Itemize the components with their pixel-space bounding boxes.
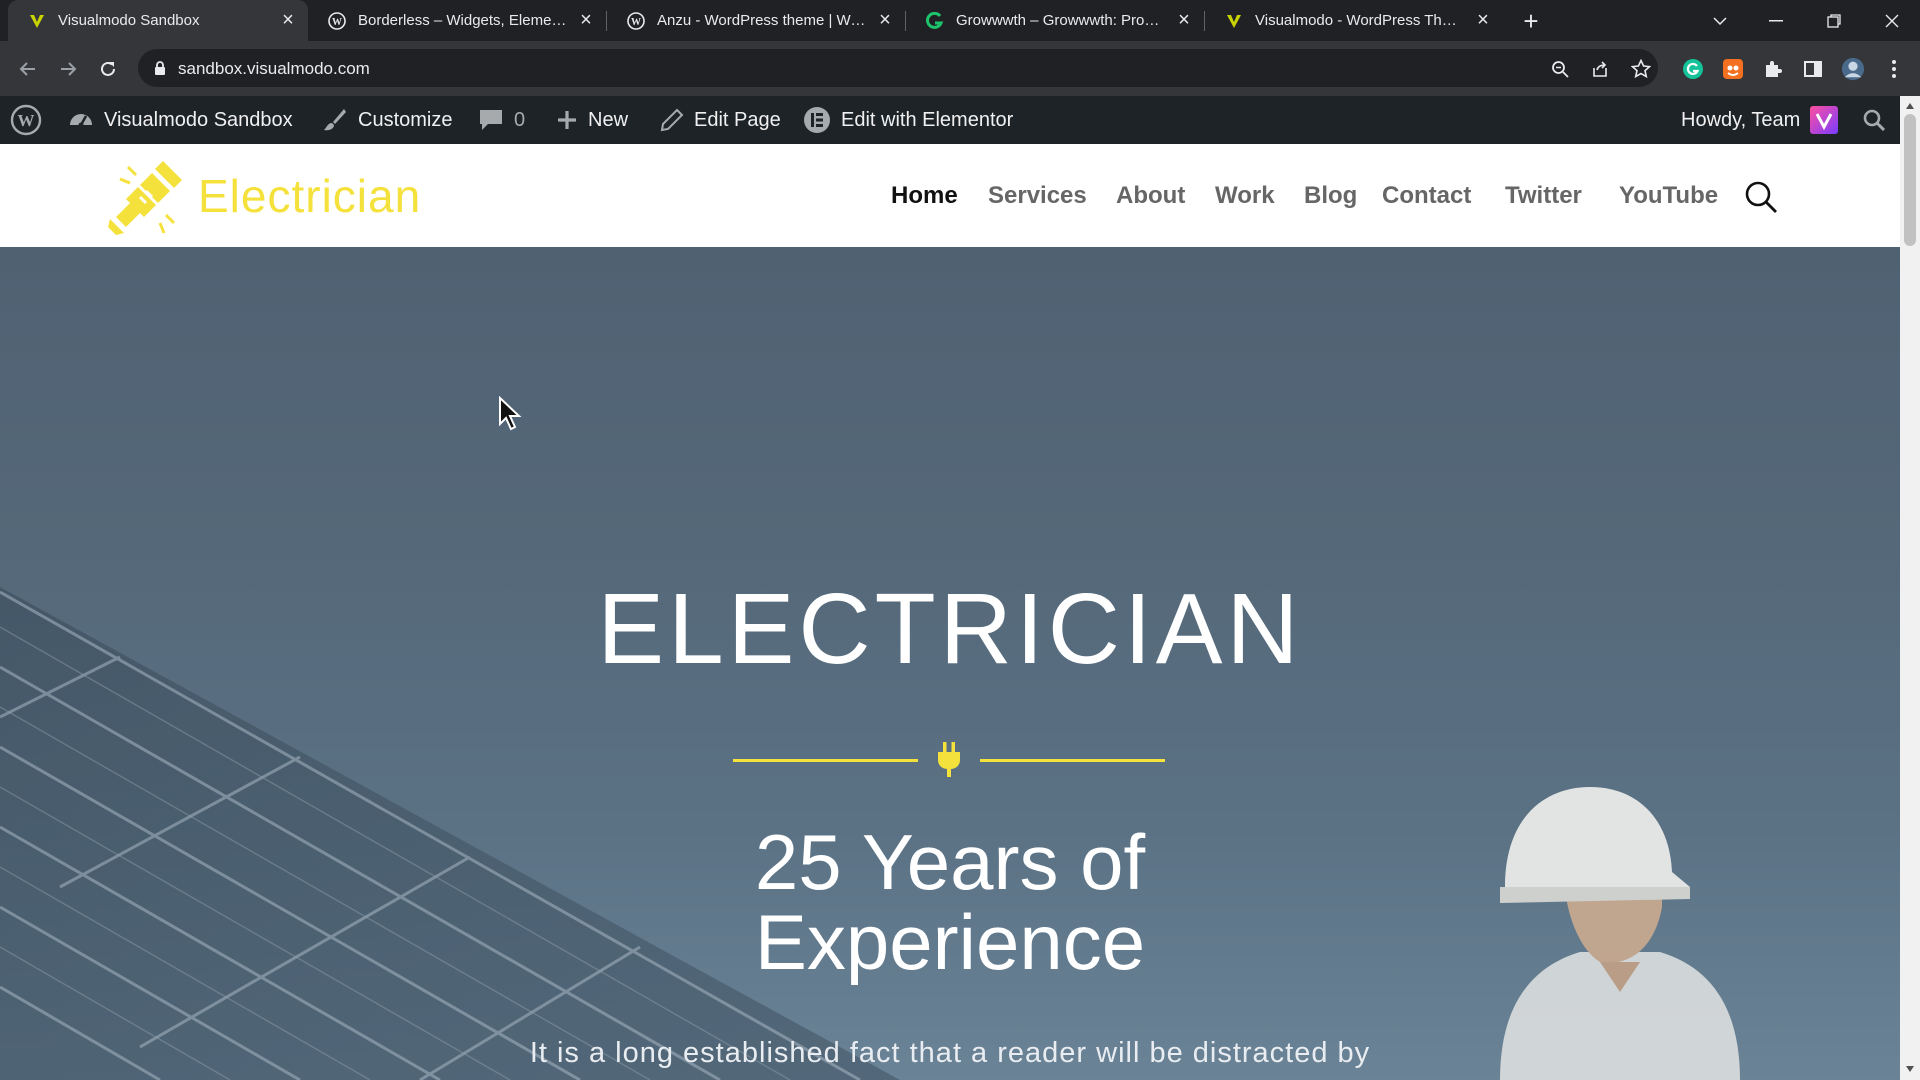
zoom-icon[interactable] (1549, 58, 1571, 80)
divider-line-left (733, 759, 918, 762)
customize-link[interactable]: Customize (322, 96, 452, 144)
svg-text:W: W (631, 17, 641, 28)
divider-line-right (980, 759, 1165, 762)
browser-menu-icon[interactable] (1882, 57, 1906, 81)
nav-youtube[interactable]: YouTube (1619, 182, 1718, 210)
page-scrollbar[interactable] (1900, 96, 1920, 1080)
howdy-label: Howdy, Team (1681, 108, 1801, 131)
browser-tab[interactable]: Visualmodo - WordPress Themes × (1205, 0, 1503, 41)
forward-arrow-icon[interactable] (52, 53, 84, 85)
mouse-cursor-icon (499, 396, 522, 431)
browser-tab-strip: Visualmodo Sandbox × W Borderless – Widg… (0, 0, 1920, 41)
close-tab-icon[interactable]: × (1174, 9, 1194, 31)
website-viewport: Electrician Home Services About Work Blo… (0, 144, 1900, 1080)
customize-label: Customize (358, 108, 453, 131)
edit-page-label: Edit Page (694, 108, 781, 131)
tab-search-icon[interactable] (1692, 0, 1748, 41)
nav-services[interactable]: Services (988, 182, 1087, 210)
nav-home[interactable]: Home (891, 182, 958, 210)
wordpress-logo-menu[interactable]: W (10, 96, 52, 144)
nav-blog[interactable]: Blog (1304, 182, 1357, 210)
nav-twitter[interactable]: Twitter (1505, 182, 1582, 210)
nav-contact[interactable]: Contact (1382, 182, 1471, 210)
admin-search-icon[interactable] (1862, 96, 1896, 144)
tab-title: Borderless – Widgets, Elements, T (358, 12, 568, 29)
browser-tab[interactable]: Visualmodo Sandbox × (8, 0, 308, 41)
comments-count: 0 (514, 108, 526, 131)
site-logo[interactable]: Electrician (108, 158, 422, 235)
comments-link[interactable]: 0 (478, 96, 525, 144)
site-search-icon[interactable] (1744, 180, 1778, 214)
hero-title: ELECTRICIAN (597, 573, 1303, 685)
hero-divider (733, 740, 1165, 780)
edit-with-elementor-link[interactable]: Edit with Elementor (803, 96, 1013, 144)
hero-section: ELECTRICIAN 25 Years of Experience It is… (0, 247, 1900, 1080)
tab-title: Visualmodo - WordPress Themes (1255, 12, 1465, 29)
extensions-puzzle-icon[interactable] (1761, 57, 1785, 81)
logo-text: Electrician (198, 170, 422, 222)
browser-tab[interactable]: W Anzu - WordPress theme | WordP × (607, 0, 905, 41)
growwwth-icon (926, 11, 944, 30)
close-tab-icon[interactable]: × (576, 9, 596, 31)
wordpress-icon: W (10, 104, 42, 136)
browser-tab[interactable]: W Borderless – Widgets, Elements, T × (308, 0, 606, 41)
elementor-icon (804, 107, 830, 133)
visualmodo-v-icon (1225, 12, 1243, 30)
url-text[interactable]: sandbox.visualmodo.com (178, 59, 370, 79)
svg-text:W: W (18, 111, 35, 130)
my-account-menu[interactable]: Howdy, Team (1681, 96, 1839, 144)
side-panel-icon[interactable] (1801, 57, 1825, 81)
browser-toolbar: sandbox.visualmodo.com (0, 41, 1920, 96)
browser-tab[interactable]: Growwwth – Growwwth: Program × (906, 0, 1204, 41)
share-icon[interactable] (1589, 58, 1611, 80)
hero-subtitle-line-2: Experience (754, 898, 1146, 986)
new-label: New (588, 108, 629, 131)
tab-title: Anzu - WordPress theme | WordP (657, 12, 867, 29)
hero-subtitle-line-1: 25 Years of (754, 818, 1146, 906)
bookmark-star-icon[interactable] (1630, 58, 1652, 80)
user-avatar (1810, 106, 1839, 134)
close-tab-icon[interactable]: × (875, 9, 895, 31)
close-tab-icon[interactable]: × (1473, 9, 1493, 31)
paintbrush-icon (324, 109, 346, 131)
new-content-menu[interactable]: New (556, 96, 628, 144)
hero-subtitle: 25 Years of Experience (0, 822, 1900, 982)
extension-orange-icon[interactable] (1721, 57, 1745, 81)
wp-admin-bar: W Visualmodo Sandbox Customize 0 New Edi… (0, 96, 1920, 144)
nav-about[interactable]: About (1116, 182, 1185, 210)
address-bar[interactable]: sandbox.visualmodo.com (138, 49, 1658, 87)
scroll-up-arrow-icon[interactable] (1905, 101, 1915, 111)
hero-body-text: It is a long established fact that a rea… (529, 1037, 1371, 1069)
wordpress-icon: W (627, 11, 645, 30)
profile-avatar[interactable] (1841, 57, 1865, 81)
edit-elementor-label: Edit with Elementor (841, 108, 1014, 131)
reload-icon[interactable] (92, 53, 124, 85)
scroll-down-arrow-icon[interactable] (1905, 1064, 1915, 1074)
back-arrow-icon[interactable] (12, 53, 44, 85)
site-name-menu[interactable]: Visualmodo Sandbox (68, 96, 293, 144)
plug-icon (938, 742, 960, 777)
visualmodo-v-icon (28, 12, 46, 30)
new-tab-button[interactable]: + (1516, 6, 1546, 36)
site-name-label: Visualmodo Sandbox (104, 108, 293, 131)
site-header: Electrician Home Services About Work Blo… (0, 144, 1900, 247)
close-window-icon[interactable] (1864, 0, 1920, 41)
plus-icon (558, 111, 576, 129)
tab-title: Visualmodo Sandbox (58, 12, 200, 29)
minimize-icon[interactable] (1748, 0, 1804, 41)
lock-icon[interactable] (152, 60, 168, 76)
dashboard-gauge-icon (70, 114, 92, 128)
tab-title: Growwwth – Growwwth: Program (956, 12, 1166, 29)
pencil-icon (660, 108, 684, 132)
svg-text:W: W (332, 17, 342, 28)
comment-bubble-icon (480, 110, 502, 130)
nav-work[interactable]: Work (1215, 182, 1275, 210)
close-tab-icon[interactable]: × (278, 9, 298, 31)
restore-icon[interactable] (1806, 0, 1862, 41)
grammarly-icon[interactable] (1681, 57, 1705, 81)
wordpress-icon: W (328, 11, 346, 30)
edit-page-link[interactable]: Edit Page (660, 96, 781, 144)
electric-plug-logo-icon (108, 161, 182, 235)
scrollbar-thumb[interactable] (1904, 114, 1916, 246)
